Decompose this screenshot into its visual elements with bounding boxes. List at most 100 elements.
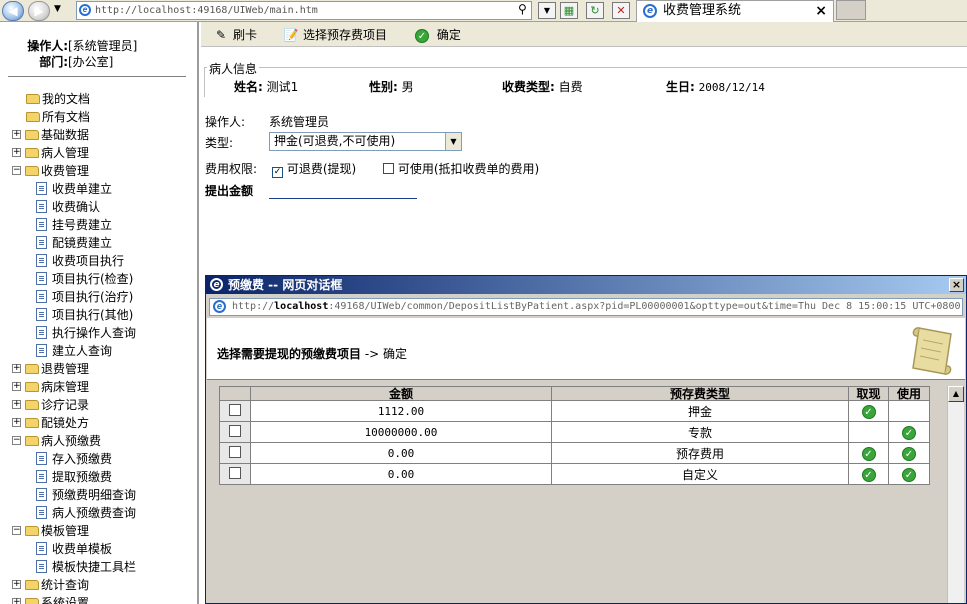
- tree-item[interactable]: 配镜费建立: [10, 234, 197, 252]
- collapse-icon[interactable]: −: [12, 526, 21, 535]
- refresh-icon[interactable]: ↻: [586, 2, 604, 19]
- row-select-cell[interactable]: [219, 400, 251, 422]
- new-tab-button[interactable]: [836, 0, 866, 20]
- scroll-up-icon[interactable]: ▲: [948, 386, 964, 402]
- select-deposit-button[interactable]: 📝 选择预存费项目: [283, 26, 388, 44]
- expand-icon[interactable]: +: [12, 148, 21, 157]
- expand-icon[interactable]: +: [12, 364, 21, 373]
- edit-doc-icon: 📝: [283, 28, 299, 42]
- tree-item[interactable]: + 病人管理: [10, 144, 197, 162]
- tree-item[interactable]: 所有文档: [10, 108, 197, 126]
- address-dropdown-icon[interactable]: ▼: [538, 2, 556, 19]
- history-dropdown-icon[interactable]: ▼: [54, 4, 61, 14]
- tree-item[interactable]: 挂号费建立: [10, 216, 197, 234]
- deposit-type-cell: 预存费用: [551, 442, 849, 464]
- dialog-instruction: 选择需要提现的预缴费项目 -> 确定: [217, 347, 408, 361]
- tree-item[interactable]: 建立人查询: [10, 342, 197, 360]
- tree-item[interactable]: + 统计查询: [10, 576, 197, 594]
- expand-icon[interactable]: +: [12, 580, 21, 589]
- row-select-cell[interactable]: [219, 421, 251, 443]
- back-button[interactable]: ◀: [2, 1, 24, 21]
- forward-button[interactable]: ▶: [28, 1, 50, 21]
- table-row[interactable]: 1112.00 押金 ✓: [219, 400, 930, 422]
- tree-item-label: 模板快捷工具栏: [52, 560, 137, 574]
- doc-icon: [36, 344, 47, 357]
- collapse-icon[interactable]: −: [12, 436, 21, 445]
- chevron-down-icon[interactable]: ▼: [445, 133, 461, 150]
- row-select-checkbox[interactable]: [229, 467, 241, 479]
- row-select-checkbox[interactable]: [229, 404, 241, 416]
- table-row[interactable]: 0.00 预存费用 ✓ ✓: [219, 442, 930, 464]
- tree-item[interactable]: − 病人预缴费: [10, 432, 197, 450]
- type-select[interactable]: 押金(可退费,不可使用) ▼: [269, 132, 462, 151]
- tree-item-label: 项目执行(其他): [52, 308, 134, 322]
- dialog-scrollbar[interactable]: ▲: [947, 386, 964, 603]
- perm-refund-option[interactable]: ✓ 可退费(提现): [272, 160, 356, 178]
- browser-tab[interactable]: e 收费管理系统 ×: [636, 0, 834, 22]
- dialog-close-button[interactable]: ×: [949, 278, 964, 292]
- doc-icon: [36, 290, 47, 303]
- tree-item[interactable]: 项目执行(治疗): [10, 288, 197, 306]
- expand-icon[interactable]: +: [12, 598, 21, 604]
- tree-item[interactable]: 我的文档: [10, 90, 197, 108]
- perm-use-option[interactable]: 可使用(抵扣收费单的费用): [383, 160, 539, 177]
- perm-use-checkbox[interactable]: [383, 163, 394, 174]
- dialog-title: 预缴费 -- 网页对话框: [228, 278, 343, 292]
- dialog-titlebar[interactable]: e 预缴费 -- 网页对话框 ×: [206, 276, 966, 294]
- doc-icon: [36, 488, 47, 501]
- stop-icon[interactable]: ✕: [612, 2, 630, 19]
- use-cell: ✓: [888, 463, 930, 485]
- expand-icon[interactable]: +: [12, 400, 21, 409]
- swipe-card-button[interactable]: ✎ 刷卡: [213, 26, 257, 44]
- tree-item[interactable]: + 基础数据: [10, 126, 197, 144]
- row-select-checkbox[interactable]: [229, 425, 241, 437]
- table-header-row: 金额 预存费类型 取现 使用: [219, 386, 930, 401]
- expand-icon[interactable]: +: [12, 418, 21, 427]
- tab-title: 收费管理系统: [663, 3, 742, 18]
- tree-item-label: 收费管理: [41, 164, 90, 178]
- tree-item[interactable]: + 系统设置: [10, 594, 197, 604]
- address-bar[interactable]: e http://localhost:49168/UIWeb/main.htm: [76, 1, 532, 20]
- tree-item[interactable]: + 诊疗记录: [10, 396, 197, 414]
- tree-item-label: 病人管理: [41, 146, 90, 160]
- tree-item-label: 挂号费建立: [52, 218, 113, 232]
- collapse-icon[interactable]: −: [12, 166, 21, 175]
- compat-view-icon[interactable]: ▦: [560, 2, 578, 19]
- confirm-button[interactable]: ✓ 确定: [415, 26, 461, 44]
- page-toolbar: ✎ 刷卡 📝 选择预存费项目 ✓ 确定: [201, 22, 967, 47]
- patient-fee-type: 收费类型: 自费: [502, 80, 583, 94]
- tree-item[interactable]: 病人预缴费查询: [10, 504, 197, 522]
- tree-item[interactable]: + 病床管理: [10, 378, 197, 396]
- tree-item[interactable]: 收费单建立: [10, 180, 197, 198]
- tree-item[interactable]: 执行操作人查询: [10, 324, 197, 342]
- tree-item[interactable]: 收费单模板: [10, 540, 197, 558]
- tree-item[interactable]: 预缴费明细查询: [10, 486, 197, 504]
- amount-cell: 0.00: [250, 463, 552, 485]
- row-select-cell[interactable]: [219, 463, 251, 485]
- row-select-checkbox[interactable]: [229, 446, 241, 458]
- tree-item[interactable]: + 配镜处方: [10, 414, 197, 432]
- tree-item[interactable]: 模板快捷工具栏: [10, 558, 197, 576]
- tree-item[interactable]: 收费确认: [10, 198, 197, 216]
- tree-item[interactable]: 项目执行(检查): [10, 270, 197, 288]
- tree-item[interactable]: − 模板管理: [10, 522, 197, 540]
- tree-item[interactable]: 收费项目执行: [10, 252, 197, 270]
- table-row[interactable]: 10000000.00 专款 ✓: [219, 421, 930, 443]
- expand-icon[interactable]: +: [12, 382, 21, 391]
- search-icon[interactable]: ⚲: [518, 2, 527, 16]
- ie-url-icon: e: [213, 300, 226, 313]
- tree-item[interactable]: 项目执行(其他): [10, 306, 197, 324]
- row-select-cell[interactable]: [219, 442, 251, 464]
- perm-refund-checkbox[interactable]: ✓: [272, 167, 283, 178]
- tree-item-label: 收费单建立: [52, 182, 113, 196]
- tree-item[interactable]: + 退费管理: [10, 360, 197, 378]
- expand-icon[interactable]: +: [12, 130, 21, 139]
- tab-close-button[interactable]: ×: [815, 1, 827, 21]
- amount-input[interactable]: [269, 186, 417, 199]
- table-row[interactable]: 0.00 自定义 ✓ ✓: [219, 463, 930, 485]
- tree-item[interactable]: 提取预缴费: [10, 468, 197, 486]
- tree-item[interactable]: − 收费管理: [10, 162, 197, 180]
- patient-gender: 性别: 男: [369, 80, 414, 94]
- tree-item[interactable]: 存入预缴费: [10, 450, 197, 468]
- tree-item-label: 项目执行(治疗): [52, 290, 134, 304]
